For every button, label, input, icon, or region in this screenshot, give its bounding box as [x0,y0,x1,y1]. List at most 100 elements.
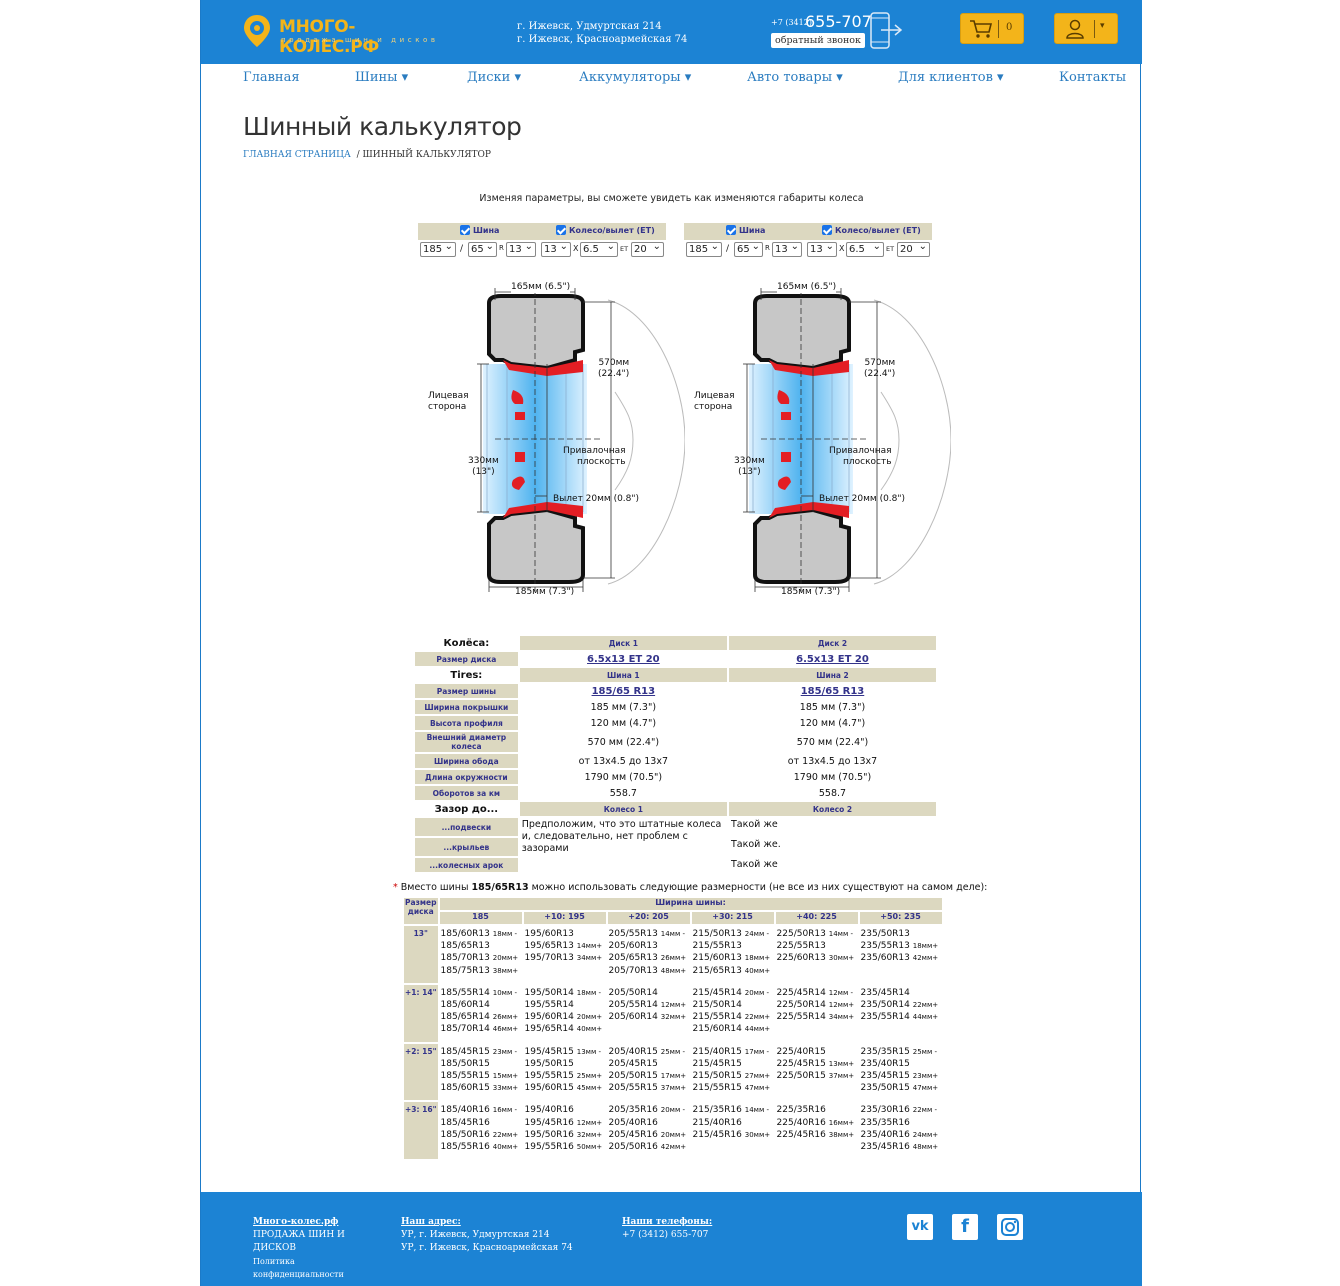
params-header: Шина Колесо/вылет (ET) [684,223,932,240]
size-text: 235/50R15 [860,1083,910,1094]
tire-profile-select[interactable]: 65 [468,240,497,257]
nav-home[interactable]: Главная [243,70,300,85]
sizes-cell: 205/40R15 25мм -205/45R15 205/50R15 17мм… [608,1044,690,1101]
tire-diameter-select[interactable]: 13 [506,240,536,257]
size-option: 215/50R13 24мм - [693,928,773,940]
site-logo[interactable]: МНОГО-КОЛЕС.РФ продажа шин и дисков [243,14,453,57]
table-row: +1: 14" 185/55R14 10мм -185/60R14 185/65R… [404,984,942,1042]
size-diff: 48мм+ [912,1143,939,1152]
size-option: 225/45R15 13мм+ [777,1058,857,1070]
wheel-checkbox-label[interactable]: Колесо/вылет (ET) [556,225,655,235]
spec-value: 570 мм (22.4") [587,736,660,748]
rim-width-select[interactable]: 6.5 [580,240,618,257]
et-select[interactable]: 20 [631,240,664,257]
checkbox-checked-icon[interactable] [556,225,566,235]
tire-size-link[interactable]: 185/65 R13 [729,684,936,698]
size-text: 215/55R14 [692,1012,742,1023]
outer-diameter-label: 570мм (22.4") [598,358,629,380]
size-option: 215/55R15 47мм+ [693,1082,773,1094]
tire-label: Шина [473,226,500,235]
vk-icon[interactable]: vk [907,1214,933,1240]
size-option: 185/45R15 23мм - [441,1046,521,1058]
instagram-icon[interactable] [997,1214,1023,1240]
size-diff: 10мм - [492,988,517,997]
privacy-link[interactable]: Политика конфиденциальности [253,1255,363,1281]
sizes-cell: 185/40R16 16мм -185/45R16 185/50R16 22мм… [440,1102,522,1159]
size-diff: 13мм - [576,1047,601,1056]
wheel-diagram-2: 165мм (6.5") 570мм (22.4") Лицевая сторона… [689,272,952,606]
checkbox-checked-icon[interactable] [460,225,470,235]
disk-size-link-1[interactable]: 6.5x13 ET 20 [520,652,727,666]
nav-auto-goods[interactable]: Авто товары ▾ [747,70,843,85]
size-option: 235/45R14 [861,987,941,999]
size-option: 185/65R13 [441,940,521,952]
size-diff: 37мм+ [660,1084,687,1093]
wheel-checkbox-label[interactable]: Колесо/вылет (ET) [822,225,921,235]
tire-width-select[interactable]: 185 [420,240,456,257]
size-text: 225/50R15 [776,1071,826,1082]
size-text: 215/65R13 [692,965,742,976]
spec-value: 570 мм (22.4") [796,736,869,748]
nav-batteries[interactable]: Аккумуляторы ▾ [579,70,691,85]
table-row: Размер диска Ширина шины: [404,898,942,924]
rim-diameter-mm: 330мм [734,456,765,466]
table-row: +3: 16" 185/40R16 16мм -185/45R16 185/50R… [404,1102,942,1160]
rim-width-select[interactable]: 6.5 [846,240,884,257]
note-prefix: Вместо шины [400,882,469,893]
size-text: 205/40R16 [608,1117,658,1128]
size-option: 195/60R14 20мм+ [525,1011,605,1023]
size-option: 195/40R16 [525,1104,605,1116]
facebook-icon[interactable]: f [952,1214,978,1240]
tire-diameter-select[interactable]: 13 [772,240,802,257]
size-text: 185/50R15 [440,1058,490,1069]
tire-size-link[interactable]: 185/65 R13 [520,684,727,698]
size-option: 195/70R13 34мм+ [525,952,605,964]
size-text: 185/55R14 [440,987,490,998]
size-diff: 24мм - [744,930,769,938]
disk-size-link-2[interactable]: 6.5x13 ET 20 [729,652,936,666]
tire-checkbox-label[interactable]: Шина [460,225,499,235]
checkbox-checked-icon[interactable] [822,225,832,235]
spec-label: Высота профиля [415,716,518,730]
slash-separator: / [460,244,464,254]
tire-checkbox-label[interactable]: Шина [726,225,765,235]
callback-button[interactable]: обратный звонок [771,33,865,48]
size-diff: 20мм+ [660,1130,687,1139]
sizes-cell: 235/50R13 235/55R13 18мм+ 235/60R13 42мм+ [860,926,942,983]
size-text: 215/55R13 [692,941,742,952]
size-option: 195/45R15 13мм - [525,1046,605,1058]
tire-profile-select[interactable]: 65 [734,240,763,257]
account-button[interactable]: ▾ [1054,13,1118,44]
breadcrumb-home[interactable]: ГЛАВНАЯ СТРАНИЦА [243,150,351,160]
size-text: 195/60R15 [524,1083,574,1094]
nav-tires[interactable]: Шины ▾ [355,70,408,85]
cart-button[interactable]: 0 [960,13,1024,44]
size-option: 235/45R16 48мм+ [861,1141,941,1153]
size-text: 215/50R15 [692,1071,742,1082]
rim-diameter-in: (13") [738,467,761,477]
checkbox-checked-icon[interactable] [726,225,736,235]
rim-diameter-select[interactable]: 13 [541,240,571,257]
sizes-cell: 185/60R13 18мм -185/65R13 185/70R13 20мм… [440,926,522,983]
footer-phone[interactable]: +7 (3412) 655-707 [622,1229,712,1242]
size-option: 235/35R16 [861,1117,941,1129]
spec-label: Длина окружности [415,770,518,784]
size-diff: 25мм+ [576,1072,603,1081]
size-diff: 25мм - [660,1047,685,1056]
nav-contacts[interactable]: Контакты [1059,70,1126,85]
site-header: МНОГО-КОЛЕС.РФ продажа шин и дисков г. И… [201,0,1142,64]
size-option: 235/40R15 [861,1058,941,1070]
nav-for-clients[interactable]: Для клиентов ▾ [898,70,1004,85]
spec-label: Ширина покрышки [415,700,518,714]
phone-number[interactable]: 655-707 [805,12,872,31]
sizes-cell: 225/45R14 12мм -225/50R14 12мм+ 225/55R14… [776,985,858,1042]
wheel-label: Колесо/вылет (ET) [835,226,921,235]
table-row: Высота профиля 120 мм (4.7") 120 мм (4.7") [415,716,936,730]
table-row: +2: 15" 185/45R15 23мм -185/50R15 185/55R… [404,1043,942,1101]
size-text: 195/60R14 [524,1012,574,1023]
size-diff: 27мм+ [744,1072,771,1081]
rim-diameter-select[interactable]: 13 [807,240,837,257]
nav-disks[interactable]: Диски ▾ [467,70,521,85]
tire-width-select[interactable]: 185 [686,240,722,257]
et-select[interactable]: 20 [897,240,930,257]
